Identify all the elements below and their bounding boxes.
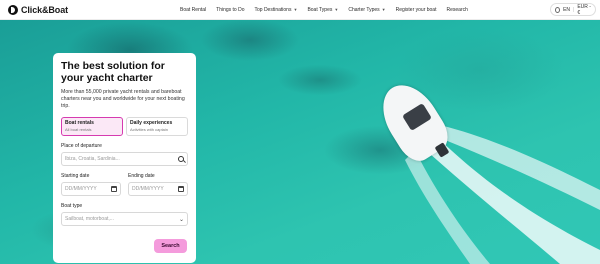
nav-label: Things to Do bbox=[216, 6, 245, 13]
ending-date-placeholder: DD/MM/YYYY bbox=[132, 186, 164, 192]
chevron-down-icon: ▼ bbox=[381, 7, 386, 12]
nav-charter-types[interactable]: Charter Types ▼ bbox=[348, 7, 385, 13]
nav-things-to-do[interactable]: Things to Do bbox=[216, 7, 244, 13]
boat-type-select[interactable]: Sailboat, motorboat,... ⌄ bbox=[61, 212, 188, 226]
ending-date-input[interactable]: DD/MM/YYYY bbox=[128, 182, 188, 196]
nav-label: Charter Types bbox=[348, 6, 380, 13]
page-title: The best solution for your yacht charter bbox=[61, 60, 165, 84]
departure-input[interactable]: Ibiza, Croatia, Sardinia... bbox=[61, 152, 188, 166]
language-currency-selector[interactable]: EN | EUR - € bbox=[550, 3, 596, 16]
currency-label: EUR - € bbox=[577, 3, 591, 16]
language-label: EN bbox=[563, 6, 571, 13]
search-card: The best solution for your yacht charter… bbox=[53, 53, 196, 263]
starting-date-placeholder: DD/MM/YYYY bbox=[65, 186, 97, 192]
rental-type-tabs: Boat rentals All boat rentals Daily expe… bbox=[61, 117, 188, 136]
logo-icon bbox=[8, 4, 18, 15]
page-subtitle: More than 55,000 private yacht rentals a… bbox=[61, 89, 185, 109]
chevron-down-icon: ▼ bbox=[334, 7, 339, 12]
nav-label: Boat Types bbox=[307, 6, 333, 13]
calendar-icon bbox=[111, 186, 117, 192]
departure-label: Place of departure bbox=[61, 143, 102, 149]
nav-top-destinations[interactable]: Top Destinations ▼ bbox=[255, 7, 298, 13]
chevron-down-icon: ⌄ bbox=[178, 216, 184, 223]
tab-daily-experiences[interactable]: Daily experiences Activities with captai… bbox=[126, 117, 188, 136]
date-row: Starting date DD/MM/YYYY Ending date DD/… bbox=[61, 166, 188, 196]
boat-type-placeholder: Sailboat, motorboat,... bbox=[65, 216, 114, 222]
tab-label: Daily experiences bbox=[130, 120, 173, 126]
main-menu: Boat Rental Things to Do Top Destination… bbox=[180, 7, 478, 13]
search-button[interactable]: Search bbox=[154, 239, 187, 253]
nav-label: Research bbox=[446, 6, 468, 13]
tab-sublabel: Activities with captain bbox=[130, 127, 169, 132]
globe-icon bbox=[555, 6, 561, 13]
nav-label: Top Destinations bbox=[254, 6, 292, 13]
nav-label: Register your boat bbox=[395, 6, 437, 13]
search-icon bbox=[178, 156, 184, 162]
starting-date-input[interactable]: DD/MM/YYYY bbox=[61, 182, 121, 196]
calendar-icon bbox=[178, 186, 184, 192]
nav-boat-rental[interactable]: Boat Rental bbox=[180, 7, 206, 13]
brand-name: Click&Boat bbox=[21, 4, 69, 15]
departure-placeholder: Ibiza, Croatia, Sardinia... bbox=[65, 156, 120, 162]
nav-research[interactable]: Research bbox=[446, 7, 467, 13]
brand-logo[interactable]: Click&Boat bbox=[8, 4, 158, 15]
divider: | bbox=[573, 6, 575, 13]
starting-date-label: Starting date bbox=[61, 173, 90, 179]
nav-register-boat[interactable]: Register your boat bbox=[396, 7, 437, 13]
top-navigation: Click&Boat Boat Rental Things to Do Top … bbox=[0, 0, 600, 20]
tab-sublabel: All boat rentals bbox=[65, 127, 92, 132]
tab-label: Boat rentals bbox=[65, 120, 94, 126]
ending-date-label: Ending date bbox=[128, 173, 155, 179]
nav-label: Boat Rental bbox=[180, 6, 207, 13]
tab-boat-rentals[interactable]: Boat rentals All boat rentals bbox=[61, 117, 123, 136]
boat-type-label: Boat type bbox=[61, 203, 83, 209]
chevron-down-icon: ▼ bbox=[293, 7, 298, 12]
nav-boat-types[interactable]: Boat Types ▼ bbox=[307, 7, 338, 13]
